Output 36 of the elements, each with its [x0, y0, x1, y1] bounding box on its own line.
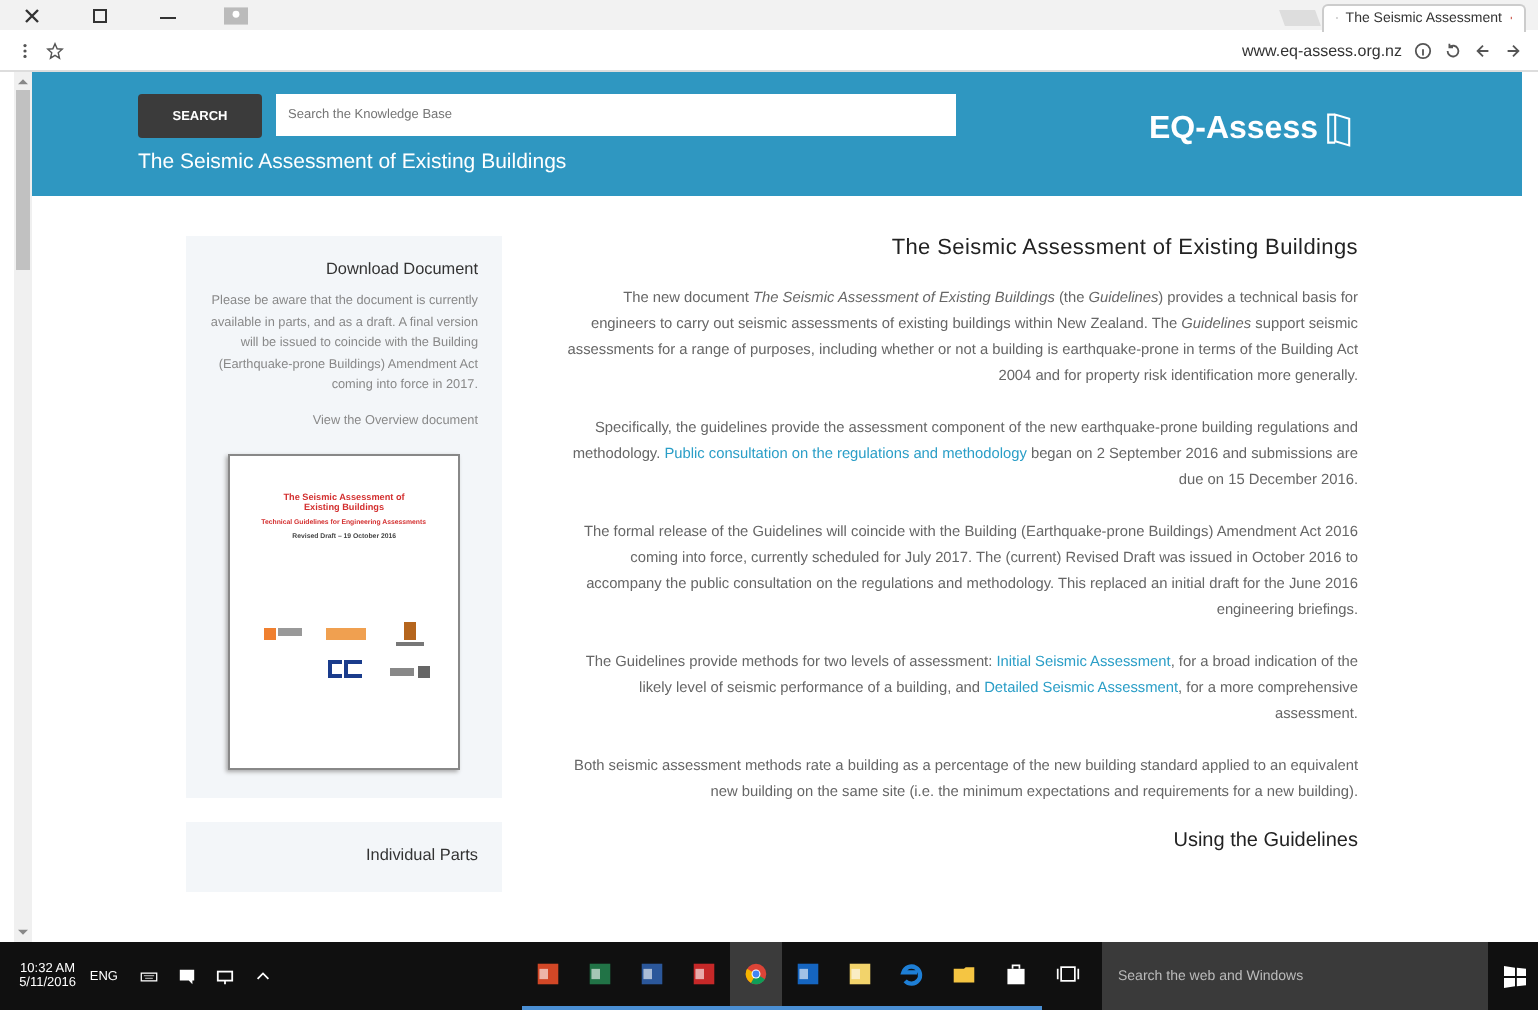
app-icon — [536, 962, 560, 986]
edge-icon — [900, 962, 924, 986]
card-title: Individual Parts — [364, 846, 478, 864]
chevron-icon[interactable] — [253, 967, 272, 985]
bag-icon — [1004, 962, 1028, 986]
logo-icon — [262, 622, 302, 646]
page-heading: The Seismic Assessment of Existing Buildings — [889, 236, 1358, 260]
url-text[interactable]: www.eq-assess.org.nz — [1241, 41, 1402, 59]
logo-icon — [326, 622, 366, 646]
reload-icon[interactable] — [1444, 41, 1462, 59]
info-icon — [1414, 41, 1432, 59]
scroll-down-icon[interactable] — [16, 928, 30, 938]
app-icon — [588, 962, 612, 986]
star-icon[interactable] — [46, 41, 64, 59]
book-icon — [1324, 110, 1352, 150]
keyboard-icon[interactable] — [139, 967, 158, 985]
app-icon — [692, 962, 716, 986]
user-icon — [224, 5, 248, 25]
section-heading: Using the Guidelines — [1171, 830, 1358, 852]
folder-icon — [952, 962, 976, 986]
scroll-up-icon[interactable] — [16, 76, 30, 86]
card-title: Download Document — [323, 260, 478, 278]
app-icon — [796, 962, 820, 986]
message-icon[interactable] — [177, 967, 196, 985]
restore-icon[interactable] — [88, 5, 112, 25]
logo-icon — [390, 622, 430, 646]
scrollbar-thumb[interactable] — [16, 90, 30, 270]
app-icon — [640, 962, 664, 986]
windows-icon[interactable] — [1504, 965, 1526, 987]
taskbar-app[interactable] — [730, 942, 782, 1010]
site-subtitle: The Seismic Assessment of Existing Buildings — [138, 150, 569, 174]
task-view-icon — [1056, 962, 1080, 986]
app-icon — [848, 962, 872, 986]
browser-icon — [744, 962, 768, 986]
logo-icon — [326, 658, 366, 682]
scrollbar[interactable] — [14, 72, 32, 942]
